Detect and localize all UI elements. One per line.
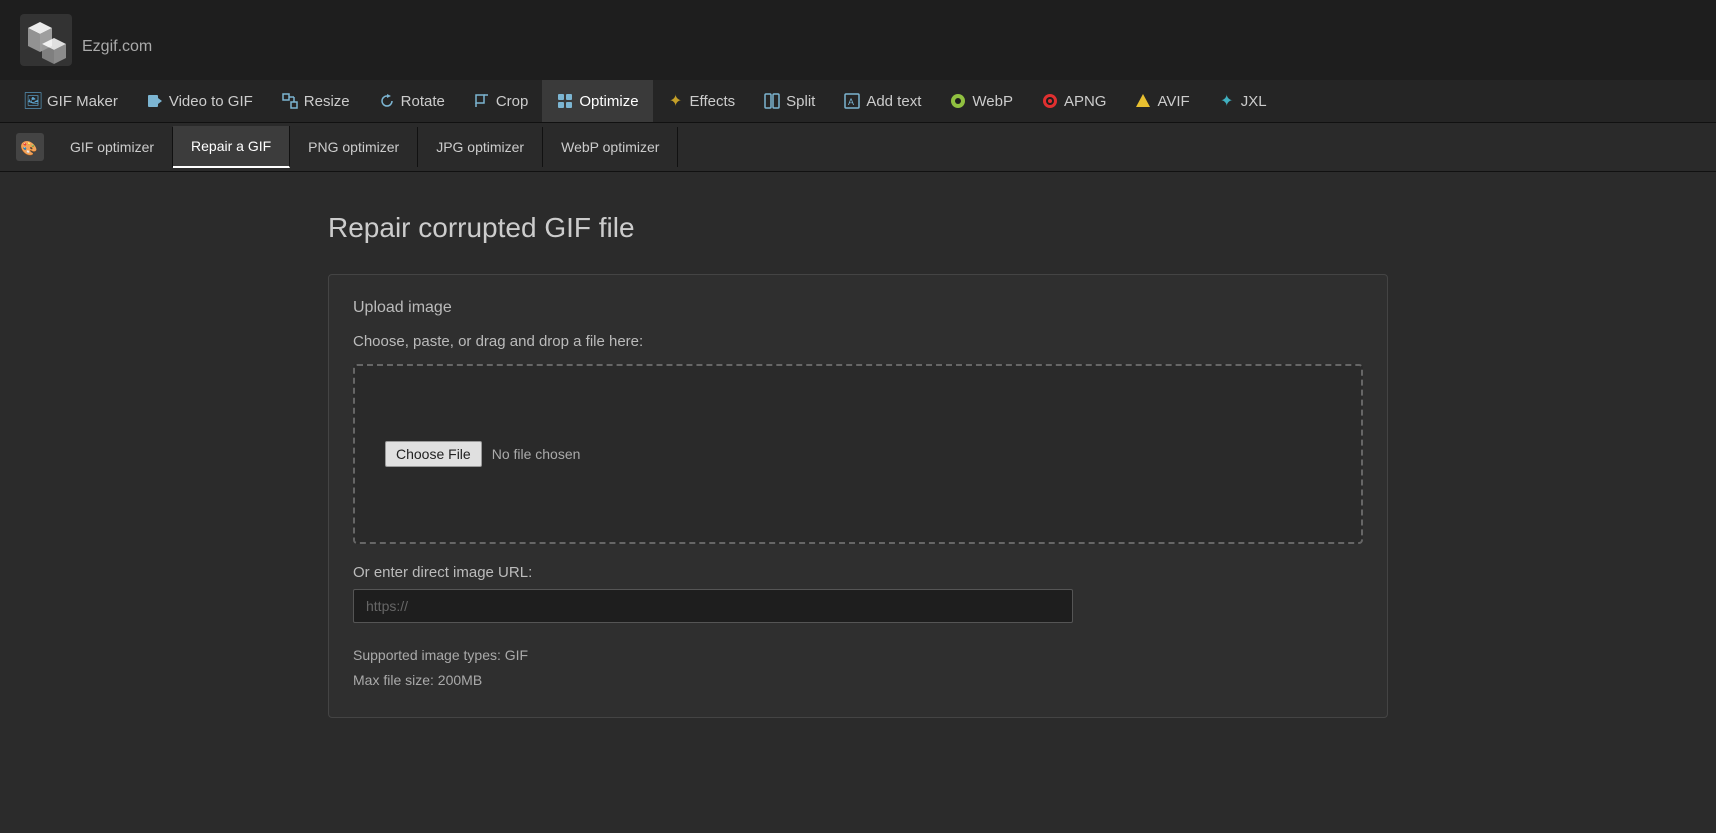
- url-input[interactable]: [353, 589, 1073, 623]
- nav-item-apng[interactable]: APNG: [1027, 80, 1121, 122]
- header: Ezgif.com: [0, 0, 1716, 80]
- nav-item-resize[interactable]: Resize: [267, 80, 364, 122]
- page-title: Repair corrupted GIF file: [328, 212, 1388, 244]
- main-nav: 🖼 GIF Maker Video to GIF Resize Rotate C…: [0, 80, 1716, 123]
- nav-item-webp[interactable]: WebP: [935, 80, 1027, 122]
- avif-icon: [1134, 92, 1152, 110]
- nav-item-split[interactable]: Split: [749, 80, 829, 122]
- apng-icon: [1041, 92, 1059, 110]
- jxl-icon: ✦: [1218, 92, 1236, 110]
- svg-text:🎨: 🎨: [20, 139, 37, 157]
- upload-card-title: Upload image: [353, 299, 1363, 317]
- nav-item-jxl[interactable]: ✦ JXL: [1204, 80, 1281, 122]
- upload-description: Choose, paste, or drag and drop a file h…: [353, 333, 1363, 350]
- nav-item-add-text[interactable]: A Add text: [829, 80, 935, 122]
- gif-maker-icon: 🖼: [24, 92, 42, 110]
- nav-item-optimize[interactable]: Optimize: [542, 80, 652, 122]
- optimize-icon: [556, 92, 574, 110]
- effects-icon: ✦: [667, 92, 685, 110]
- crop-icon: [473, 92, 491, 110]
- main-content: Repair corrupted GIF file Upload image C…: [308, 172, 1408, 758]
- nav-item-gif-maker[interactable]: 🖼 GIF Maker: [10, 80, 132, 122]
- logo-icon: [20, 14, 72, 66]
- upload-card: Upload image Choose, paste, or drag and …: [328, 274, 1388, 718]
- sub-nav-logo-icon: 🎨: [12, 129, 48, 165]
- drop-zone[interactable]: Choose File No file chosen: [353, 364, 1363, 544]
- nav-item-avif[interactable]: AVIF: [1120, 80, 1203, 122]
- logo[interactable]: Ezgif.com: [20, 14, 152, 66]
- logo-text: Ezgif.com: [82, 22, 152, 59]
- resize-icon: [281, 92, 299, 110]
- svg-text:A: A: [848, 97, 854, 107]
- nav-item-video-to-gif[interactable]: Video to GIF: [132, 80, 267, 122]
- nav-item-crop[interactable]: Crop: [459, 80, 543, 122]
- sub-nav-item-gif-optimizer[interactable]: GIF optimizer: [52, 127, 173, 167]
- sub-nav-item-webp-optimizer[interactable]: WebP optimizer: [543, 127, 678, 167]
- sub-nav-item-png-optimizer[interactable]: PNG optimizer: [290, 127, 418, 167]
- rotate-icon: [378, 92, 396, 110]
- add-text-icon: A: [843, 92, 861, 110]
- url-label: Or enter direct image URL:: [353, 564, 1363, 581]
- no-file-text: No file chosen: [492, 446, 581, 462]
- file-input-wrapper: Choose File No file chosen: [385, 441, 580, 467]
- split-icon: [763, 92, 781, 110]
- sub-nav-item-jpg-optimizer[interactable]: JPG optimizer: [418, 127, 543, 167]
- sub-nav-item-repair-gif[interactable]: Repair a GIF: [173, 126, 290, 168]
- video-to-gif-icon: [146, 92, 164, 110]
- nav-item-effects[interactable]: ✦ Effects: [653, 80, 750, 122]
- webp-icon: [949, 92, 967, 110]
- supported-info: Supported image types: GIF Max file size…: [353, 643, 1363, 693]
- nav-item-rotate[interactable]: Rotate: [364, 80, 459, 122]
- sub-nav: 🎨 GIF optimizer Repair a GIF PNG optimiz…: [0, 123, 1716, 172]
- choose-file-button[interactable]: Choose File: [385, 441, 482, 467]
